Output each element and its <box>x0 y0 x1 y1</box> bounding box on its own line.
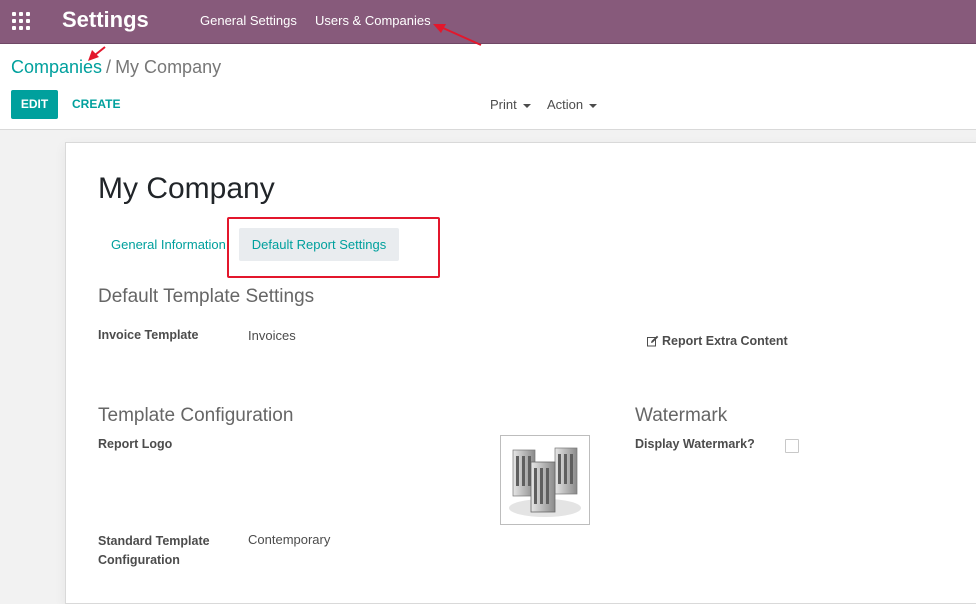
standard-template-configuration-label-text: Standard Template Configuration <box>98 534 210 567</box>
print-label: Print <box>490 97 517 112</box>
invoice-template-label: Invoice Template <box>98 328 199 342</box>
action-label: Action <box>547 97 584 112</box>
standard-template-configuration-value[interactable]: Contemporary <box>248 532 330 547</box>
annotation-highlight-box <box>227 217 440 278</box>
display-watermark-label: Display Watermark? <box>635 437 755 451</box>
template-configuration-heading: Template Configuration <box>98 405 294 426</box>
company-logo-image[interactable] <box>500 435 590 525</box>
caret-down-icon <box>522 103 531 108</box>
record-title: My Company <box>98 172 275 205</box>
action-dropdown[interactable]: Action <box>547 90 598 119</box>
print-dropdown[interactable]: Print <box>490 90 531 119</box>
default-template-settings-heading: Default Template Settings <box>98 286 315 307</box>
breadcrumb: Companies / My Company <box>11 57 221 78</box>
invoice-template-value[interactable]: Invoices <box>248 328 296 343</box>
app-title: Settings <box>62 7 149 32</box>
breadcrumb-current: My Company <box>115 57 222 77</box>
breadcrumb-separator: / <box>106 57 112 77</box>
edit-button[interactable]: EDIT <box>11 90 58 119</box>
edit-icon <box>647 335 659 347</box>
caret-down-icon <box>589 103 598 108</box>
top-navbar: Settings General Settings Users & Compan… <box>0 0 976 44</box>
watermark-heading: Watermark <box>635 405 728 426</box>
menu-users-companies[interactable]: Users & Companies <box>315 13 431 28</box>
report-logo-label: Report Logo <box>98 437 173 451</box>
display-watermark-checkbox[interactable] <box>785 439 799 453</box>
apps-grid-icon[interactable] <box>12 12 30 30</box>
report-extra-content-label: Report Extra Content <box>662 334 788 348</box>
control-panel: Companies / My Company EDIT CREATE Print A… <box>0 44 976 130</box>
report-extra-content-link[interactable]: Report Extra Content <box>647 334 788 348</box>
tab-general-information[interactable]: General Information <box>111 237 226 252</box>
menu-general-settings[interactable]: General Settings <box>200 13 297 28</box>
standard-template-configuration-label: Standard Template Configuration <box>98 532 228 570</box>
breadcrumb-companies-link[interactable]: Companies <box>11 57 102 77</box>
buildings-icon <box>509 447 581 517</box>
create-button[interactable]: CREATE <box>72 90 120 119</box>
